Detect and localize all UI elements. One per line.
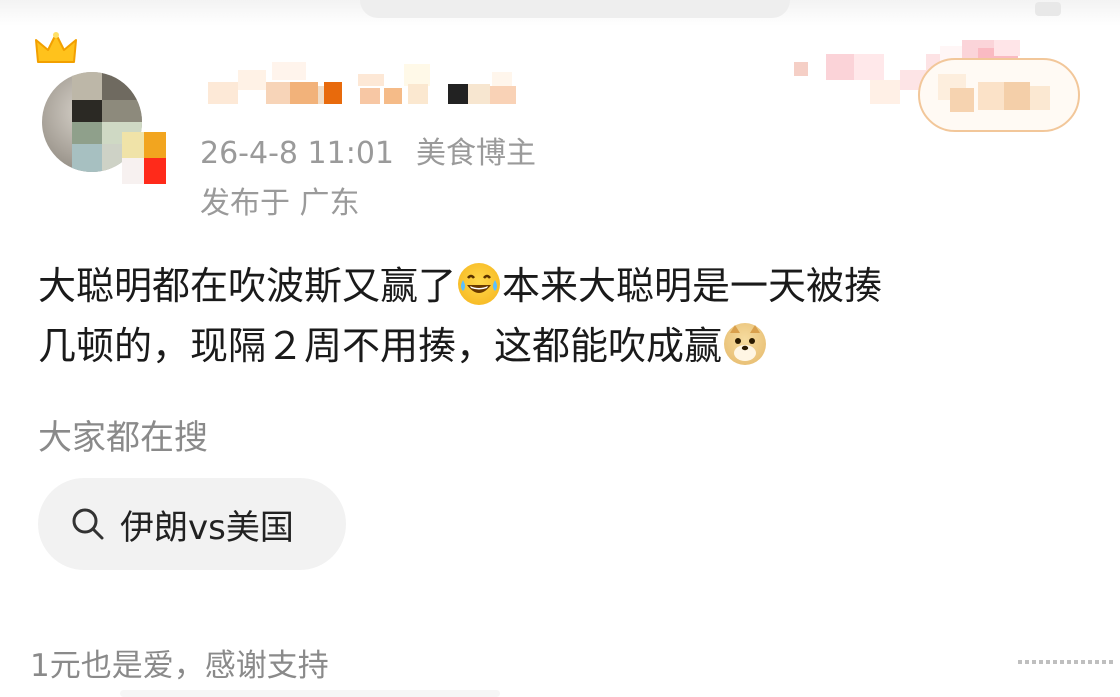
post-content: 大聪明都在吹波斯又赢了 本来大聪明是一天被揍 几顿的，现隔２周不用揍，这都能吹成… [38,256,1088,376]
search-chip-label: 伊朗vs美国 [120,507,294,548]
blurred-shape [120,690,500,697]
avatar-badge [122,132,166,184]
dotted-divider [1018,657,1118,667]
username-mosaic[interactable] [208,62,538,106]
post-meta: 26-4-8 11:01 美食博主 [200,128,536,172]
avatar[interactable] [35,32,166,190]
search-icon [72,508,104,540]
author-tag: 美食博主 [416,136,536,171]
post-text-segment: 大聪明都在吹波斯又赢了 [38,264,457,308]
post-timestamp: 26-4-8 11:01 [200,136,394,171]
crown-icon [35,32,77,63]
blurred-shape [1035,2,1061,16]
follow-button[interactable] [918,58,1080,132]
post-location: 发布于 广东 [200,186,360,221]
post-text-segment: 几顿的，现隔２周不用揍，这都能吹成赢 [38,324,723,368]
laughing-crying-emoji-icon [458,263,501,305]
search-heading: 大家都在搜 [38,418,208,458]
search-suggestion-chip[interactable]: 伊朗vs美国 [38,478,346,570]
post-text-segment: 本来大聪明是一天被揍 [502,264,883,308]
top-blurred-strip [0,0,1120,26]
support-text: 1元也是爱，感谢支持 [30,648,329,684]
blurred-shape [360,0,790,18]
doge-emoji-icon [724,323,767,365]
